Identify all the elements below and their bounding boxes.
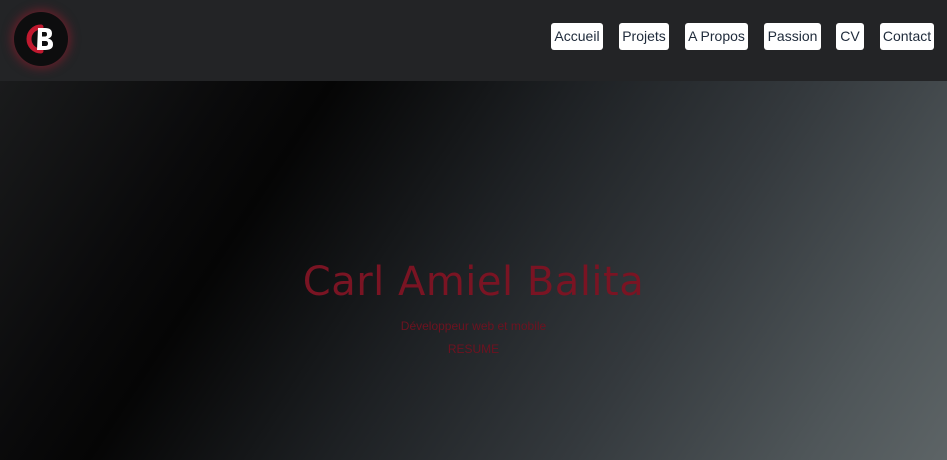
nav-accueil-button[interactable]: Accueil: [551, 23, 603, 50]
hero-name: Carl Amiel Balita: [302, 259, 645, 305]
nav-apropos-button[interactable]: A Propos: [685, 23, 748, 50]
hero-section: Carl Amiel Balita Développeur web et mob…: [0, 81, 947, 460]
nav-projets-button[interactable]: Projets: [619, 23, 669, 50]
page: Accueil Projets A Propos Passion CV Cont…: [0, 0, 947, 460]
hero-subtitle: Développeur web et mobile: [400, 319, 547, 333]
site-header: Accueil Projets A Propos Passion CV Cont…: [0, 0, 947, 81]
nav-contact-button[interactable]: Contact: [880, 23, 934, 50]
nav-passion-button[interactable]: Passion: [764, 23, 821, 50]
nav-cv-button[interactable]: CV: [836, 23, 864, 50]
main-nav: Accueil Projets A Propos Passion CV Cont…: [0, 23, 947, 51]
hero-tagline: RESUME: [447, 342, 500, 356]
